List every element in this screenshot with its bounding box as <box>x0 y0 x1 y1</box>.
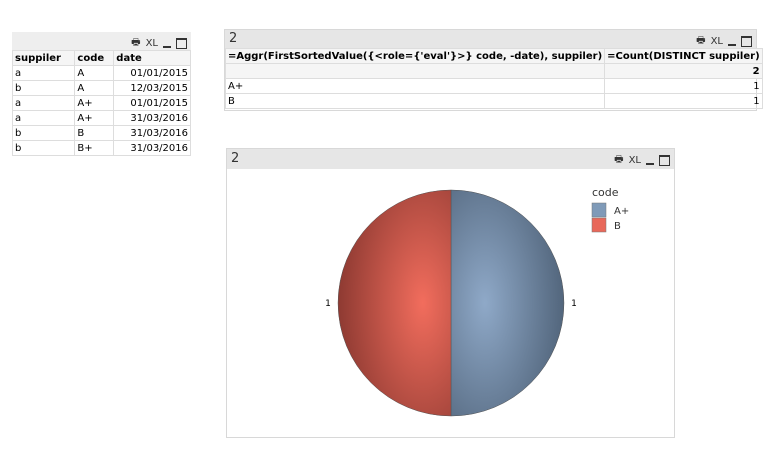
xl-icon[interactable]: XL <box>146 38 158 49</box>
cell: a <box>11 110 76 126</box>
xl-icon[interactable]: XL <box>629 155 641 166</box>
table-row[interactable]: B1 <box>224 93 763 109</box>
cell: a <box>11 65 76 81</box>
source-table-box: 🖶 XL suppiler code date a A 01/01/2015 bA1… <box>11 32 191 158</box>
chart-title: 2 <box>231 151 240 166</box>
chart-title: 2 <box>229 31 238 46</box>
table-row[interactable]: a A+ 31/03/2016 <box>11 110 191 126</box>
cell: A+ <box>74 110 115 126</box>
cell: 31/03/2016 <box>113 125 191 141</box>
cell: b <box>11 140 76 156</box>
print-icon[interactable]: 🖶 <box>131 35 140 52</box>
cell: 1 <box>604 93 763 109</box>
straight-table-box: 2 🖶 XL =Aggr(FirstSortedValue({<role={'e… <box>224 29 763 111</box>
cell <box>224 63 606 79</box>
pie-slice-a-plus[interactable] <box>450 189 565 417</box>
header-date[interactable]: date <box>113 50 191 66</box>
totals-row: 2 <box>224 63 763 79</box>
pie-slice-b[interactable] <box>337 189 452 417</box>
caption-bar: 🖶 XL <box>12 32 191 50</box>
header-suppiler[interactable]: suppiler <box>11 50 76 66</box>
maximize-icon[interactable] <box>741 36 752 47</box>
data-label: 1 <box>571 299 577 309</box>
header-code[interactable]: code <box>74 50 115 66</box>
print-icon[interactable]: 🖶 <box>614 152 623 169</box>
caption-bar: 2 🖶 XL <box>225 30 756 48</box>
cell: 31/03/2016 <box>113 110 191 126</box>
legend-label[interactable]: A+ <box>614 206 629 217</box>
table-row[interactable]: a A 01/01/2015 <box>11 65 191 81</box>
cell: 1 <box>604 78 763 94</box>
legend-label[interactable]: B <box>614 221 621 232</box>
cell: 2 <box>604 63 763 79</box>
caption-bar: 2 🖶 XL <box>227 149 674 169</box>
table-row[interactable]: b B 31/03/2016 <box>11 125 191 141</box>
print-icon[interactable]: 🖶 <box>696 33 705 50</box>
pie-chart: code 1 A+ 1 B <box>325 186 629 417</box>
data-label: 1 <box>325 299 331 309</box>
cell: A <box>74 80 115 96</box>
cell: 12/03/2015 <box>113 80 191 96</box>
source-table: suppiler code date a A 01/01/2015 b A 12/03/… <box>11 50 191 156</box>
table-row[interactable]: a A+ 01/01/2015 <box>11 95 191 111</box>
cell: 31/03/2016 <box>113 140 191 156</box>
cell: B <box>224 93 606 109</box>
cell: A <box>74 65 115 81</box>
minimize-icon[interactable] <box>728 43 736 46</box>
xl-icon[interactable]: XL <box>711 36 723 47</box>
table-row[interactable]: b B+ 31/03/2016 <box>11 140 191 156</box>
header-count-expression[interactable]: =Count(DISTINCT suppiler) <box>604 48 763 64</box>
table-row[interactable]: b A 12/03/2015 <box>11 80 191 96</box>
legend-title: code <box>592 186 619 199</box>
minimize-icon[interactable] <box>163 45 171 48</box>
table-row[interactable]: A+ 1 <box>224 78 763 94</box>
straight-table: =Aggr(FirstSortedValue({<role={'eval'}>}… <box>224 48 763 109</box>
cell: 01/01/2015 <box>113 65 191 81</box>
legend-swatch[interactable] <box>591 202 607 218</box>
cell: b <box>11 80 76 96</box>
maximize-icon[interactable] <box>176 38 187 49</box>
header-aggr-expression[interactable]: =Aggr(FirstSortedValue({<role={'eval'}>}… <box>224 48 606 64</box>
cell: a <box>11 95 76 111</box>
cell: B <box>74 125 115 141</box>
pie-chart-box: 2 🖶 XL code 1 A+ 1 B <box>226 148 675 438</box>
cell: 01/01/2015 <box>113 95 191 111</box>
cell: b <box>11 125 76 141</box>
maximize-icon[interactable] <box>659 155 670 166</box>
legend-swatch[interactable] <box>591 217 607 233</box>
cell: A+ <box>224 78 606 94</box>
cell: A+ <box>74 95 115 111</box>
cell: B+ <box>74 140 115 156</box>
minimize-icon[interactable] <box>646 162 654 165</box>
